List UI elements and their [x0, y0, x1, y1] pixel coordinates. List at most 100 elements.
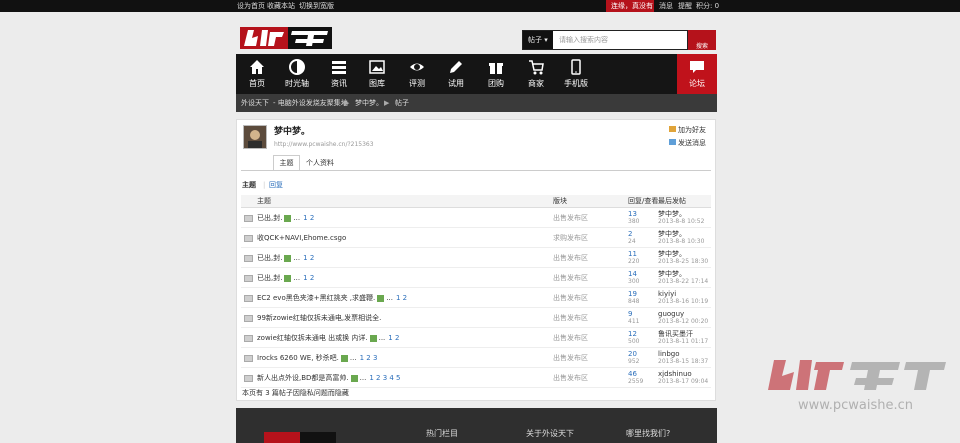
image-tag-icon: [377, 294, 385, 302]
table-row[interactable]: 已出,封.... 1 2 出售发布区 11 220 梦中梦。 2013-8-25 …: [241, 249, 711, 268]
thread-title[interactable]: 已出,封.... 1 2: [257, 273, 314, 283]
watermark-url: www.pcwaishe.cn: [798, 398, 913, 413]
table-row[interactable]: EC2 evo黑色夹漆+黑红挑夹 ,求盛鞭.... 1 2 出售发布区 19 84…: [241, 289, 711, 308]
table-row[interactable]: zowie红轴仅拆未通电 出或换 内详.... 1 2 出售发布区 12 500 …: [241, 329, 711, 348]
set-home-link[interactable]: 设为首页: [237, 1, 265, 11]
subtab-replies[interactable]: 回复: [269, 181, 283, 190]
thread-section[interactable]: 出售发布区: [553, 313, 588, 323]
nav-gallery[interactable]: 图库: [359, 54, 395, 94]
nav-mobile[interactable]: 手机版: [558, 54, 594, 94]
tab-divider: [241, 170, 711, 171]
thread-section[interactable]: 出售发布区: [553, 273, 588, 283]
thread-section[interactable]: 出售发布区: [553, 213, 588, 223]
thread-title[interactable]: Irocks 6260 WE, 秒杀吧.... 1 2 3: [257, 353, 377, 363]
thread-section[interactable]: 出售发布区: [553, 353, 588, 363]
login-prompt[interactable]: 连缘，真没有: [611, 1, 653, 11]
pen-icon: [450, 61, 462, 73]
table-row[interactable]: Irocks 6260 WE, 秒杀吧.... 1 2 3 出售发布区 20 95…: [241, 349, 711, 368]
profile-url[interactable]: http://www.pcwaishe.cn/?215363: [274, 140, 374, 149]
nav-groupbuy[interactable]: 团购: [478, 54, 514, 94]
thread-section[interactable]: 出售发布区: [553, 253, 588, 263]
tab-topics[interactable]: 主题: [273, 155, 300, 171]
nav-trial[interactable]: 试用: [438, 54, 474, 94]
last-poster[interactable]: 鲁讯买墨汗: [658, 330, 693, 338]
home-icon: [250, 60, 264, 74]
thread-section[interactable]: 出售发布区: [553, 373, 588, 383]
view-count: 24: [628, 238, 636, 245]
nav-news[interactable]: 资讯: [321, 54, 357, 94]
thread-title[interactable]: 99新zowie红轴仅拆未通电,发票相说全.: [257, 313, 381, 323]
table-row[interactable]: 新人出点外设,BD都是高富帅.... 1 2 3 4 5 出售发布区 46 255…: [241, 369, 711, 388]
last-poster[interactable]: kiyiyi: [658, 290, 676, 298]
last-poster[interactable]: 梦中梦。: [658, 210, 686, 218]
avatar[interactable]: [243, 125, 267, 149]
view-count: 220: [628, 258, 640, 265]
thread-icon: [244, 375, 253, 382]
nav-timeline[interactable]: 时光轴: [279, 54, 315, 94]
reply-count: 19: [628, 290, 637, 298]
subtab-topics[interactable]: 主题: [242, 181, 256, 190]
last-post-date: 2013-8-16 10:19: [658, 298, 709, 305]
switch-wide-link[interactable]: 切换到宽版: [299, 1, 334, 11]
nav-forum[interactable]: 论坛: [677, 54, 717, 94]
last-poster[interactable]: 梦中梦。: [658, 270, 686, 278]
page-footer: 热门栏目 关于外设天下 哪里找我们?: [236, 408, 717, 443]
points-display[interactable]: 积分: 0: [696, 1, 719, 11]
footer-about[interactable]: 关于外设天下: [526, 429, 574, 439]
search-type-select[interactable]: 帖子 ▾: [523, 31, 553, 49]
last-poster[interactable]: guoguy: [658, 310, 684, 318]
view-count: 2559: [628, 378, 644, 385]
reply-count: 13: [628, 210, 637, 218]
view-count: 300: [628, 278, 640, 285]
crumb-user[interactable]: 梦中梦。: [355, 98, 383, 108]
crumb-board[interactable]: - 电脑外设发烧友聚集地: [273, 98, 348, 108]
last-poster[interactable]: xjdshinuo: [658, 370, 692, 378]
subtab-sep: |: [263, 181, 266, 189]
thread-icon: [244, 295, 253, 302]
thread-title[interactable]: 已出,封.... 1 2: [257, 213, 314, 223]
thread-title[interactable]: EC2 evo黑色夹漆+黑红挑夹 ,求盛鞭.... 1 2: [257, 293, 407, 303]
last-poster[interactable]: 梦中梦。: [658, 230, 686, 238]
thread-section[interactable]: 出售发布区: [553, 333, 588, 343]
footer-logo: [264, 432, 336, 443]
thread-title[interactable]: 新人出点外设,BD都是高富帅.... 1 2 3 4 5: [257, 373, 401, 383]
phone-icon: [571, 59, 581, 75]
send-message-link[interactable]: 发送消息: [669, 139, 706, 148]
nav-home[interactable]: 首页: [239, 54, 275, 94]
bookmark-link[interactable]: 收藏本站: [267, 1, 295, 11]
thread-section[interactable]: 出售发布区: [553, 293, 588, 303]
thread-title[interactable]: 已出,封.... 1 2: [257, 253, 314, 263]
crumb-section[interactable]: 帖子: [395, 98, 409, 108]
image-tag-icon: [284, 214, 292, 222]
table-row[interactable]: 收QCK+NAVI,Ehome.csgo 求购发布区 2 24 梦中梦。 201…: [241, 229, 711, 248]
reply-count: 46: [628, 370, 637, 378]
image-tag-icon: [284, 254, 292, 262]
table-row[interactable]: 已出,封.... 1 2 出售发布区 13 380 梦中梦。 2013-8-8 1…: [241, 209, 711, 228]
footer-where[interactable]: 哪里找我们?: [626, 429, 670, 439]
thread-section[interactable]: 求购发布区: [553, 233, 588, 243]
nav-merchants[interactable]: 商家: [518, 54, 554, 94]
messages-link[interactable]: 消息: [659, 1, 673, 11]
site-logo[interactable]: [240, 24, 332, 52]
search-input[interactable]: 请输入搜索内容: [559, 31, 608, 49]
table-row[interactable]: 99新zowie红轴仅拆未通电,发票相说全. 出售发布区 9 411 guogu…: [241, 309, 711, 328]
last-poster[interactable]: linbgo: [658, 350, 680, 358]
add-friend-link[interactable]: 加为好友: [669, 126, 706, 135]
thread-icon: [244, 315, 253, 322]
image-tag-icon: [340, 354, 348, 362]
remind-link[interactable]: 提醒: [678, 1, 692, 11]
tab-profile[interactable]: 个人资料: [306, 157, 334, 169]
image-tag-icon: [369, 334, 377, 342]
search-button[interactable]: 搜索: [688, 30, 716, 50]
thread-icon: [244, 235, 253, 242]
thread-icon: [244, 355, 253, 362]
nav-review[interactable]: 评测: [399, 54, 435, 94]
hidden-posts-note: 本页有 3 篇帖子因隐私问题而隐藏: [242, 389, 349, 397]
crumb-home[interactable]: 外设天下: [241, 98, 269, 108]
last-poster[interactable]: 梦中梦。: [658, 250, 686, 258]
profile-name: 梦中梦。: [274, 127, 311, 137]
table-row[interactable]: 已出,封.... 1 2 出售发布区 14 300 梦中梦。 2013-8-22 …: [241, 269, 711, 288]
thread-title[interactable]: zowie红轴仅拆未通电 出或换 内详.... 1 2: [257, 333, 399, 343]
thread-title[interactable]: 收QCK+NAVI,Ehome.csgo: [257, 233, 346, 243]
footer-hot[interactable]: 热门栏目: [426, 429, 458, 439]
